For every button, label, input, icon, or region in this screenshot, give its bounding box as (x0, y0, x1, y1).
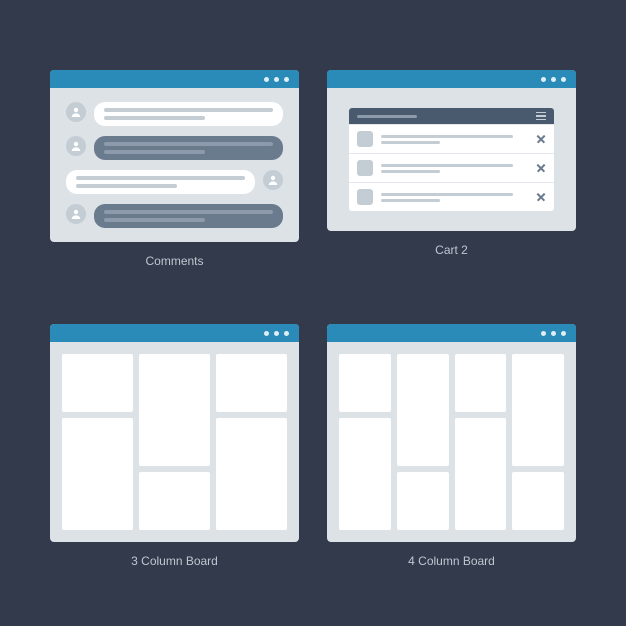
board-tile[interactable] (397, 472, 449, 530)
close-icon[interactable] (536, 163, 546, 173)
wireframe-caption: Cart 2 (435, 243, 468, 257)
text-line (104, 108, 273, 112)
header-line (357, 115, 417, 118)
board4-content (327, 342, 576, 542)
window-titlebar (50, 324, 299, 342)
text-line (104, 116, 205, 120)
item-thumbnail (357, 189, 373, 205)
avatar-icon (66, 136, 86, 156)
board-tile[interactable] (455, 354, 507, 412)
comments-window (50, 70, 299, 242)
comments-content (50, 88, 299, 242)
text-line (381, 164, 513, 167)
board-tile[interactable] (139, 354, 210, 466)
text-line (381, 135, 513, 138)
window-dot-icon (284, 331, 289, 336)
board-tile[interactable] (216, 354, 287, 412)
board3-window (50, 324, 299, 542)
text-line (104, 210, 273, 214)
cart-item[interactable] (349, 182, 554, 211)
board-tile[interactable] (455, 418, 507, 530)
avatar-icon (66, 102, 86, 122)
wireframe-caption: 3 Column Board (131, 554, 218, 568)
window-dot-icon (264, 77, 269, 82)
avatar-icon (263, 170, 283, 190)
text-line (76, 176, 245, 180)
avatar-icon (66, 204, 86, 224)
window-titlebar (327, 70, 576, 88)
menu-icon[interactable] (536, 112, 546, 121)
message-row (66, 136, 283, 160)
board-tile[interactable] (339, 354, 391, 412)
board-tile[interactable] (339, 418, 391, 530)
window-dot-icon (284, 77, 289, 82)
window-dot-icon (264, 331, 269, 336)
message-row (66, 204, 283, 228)
text-line (381, 199, 440, 202)
window-dot-icon (541, 331, 546, 336)
item-thumbnail (357, 131, 373, 147)
cart-item[interactable] (349, 124, 554, 153)
cart-content (327, 88, 576, 231)
wireframe-caption: Comments (145, 254, 203, 268)
text-line (76, 184, 177, 188)
cart-window (327, 70, 576, 231)
message-bubble[interactable] (94, 136, 283, 160)
window-dot-icon (551, 331, 556, 336)
text-line (381, 141, 440, 144)
board-tile[interactable] (62, 418, 133, 530)
window-dot-icon (551, 77, 556, 82)
window-dot-icon (274, 77, 279, 82)
message-bubble[interactable] (94, 204, 283, 228)
message-bubble[interactable] (66, 170, 255, 194)
cart-header (349, 108, 554, 124)
window-dot-icon (561, 331, 566, 336)
item-thumbnail (357, 160, 373, 176)
window-dot-icon (561, 77, 566, 82)
text-line (381, 170, 440, 173)
board-tile[interactable] (512, 472, 564, 530)
board4-window (327, 324, 576, 542)
board-tile[interactable] (512, 354, 564, 466)
item-text (381, 135, 528, 144)
close-icon[interactable] (536, 192, 546, 202)
text-line (104, 218, 205, 222)
window-dot-icon (541, 77, 546, 82)
item-text (381, 164, 528, 173)
board-tile[interactable] (397, 354, 449, 466)
text-line (381, 193, 513, 196)
text-line (104, 150, 205, 154)
cart-panel (349, 108, 554, 211)
window-dot-icon (274, 331, 279, 336)
message-row (66, 102, 283, 126)
board3-content (50, 342, 299, 542)
board-tile[interactable] (216, 418, 287, 530)
board-tile[interactable] (62, 354, 133, 412)
text-line (104, 142, 273, 146)
close-icon[interactable] (536, 134, 546, 144)
window-titlebar (327, 324, 576, 342)
window-titlebar (50, 70, 299, 88)
cart-item[interactable] (349, 153, 554, 182)
item-text (381, 193, 528, 202)
message-bubble[interactable] (94, 102, 283, 126)
board-tile[interactable] (139, 472, 210, 530)
wireframe-caption: 4 Column Board (408, 554, 495, 568)
message-row (66, 170, 283, 194)
